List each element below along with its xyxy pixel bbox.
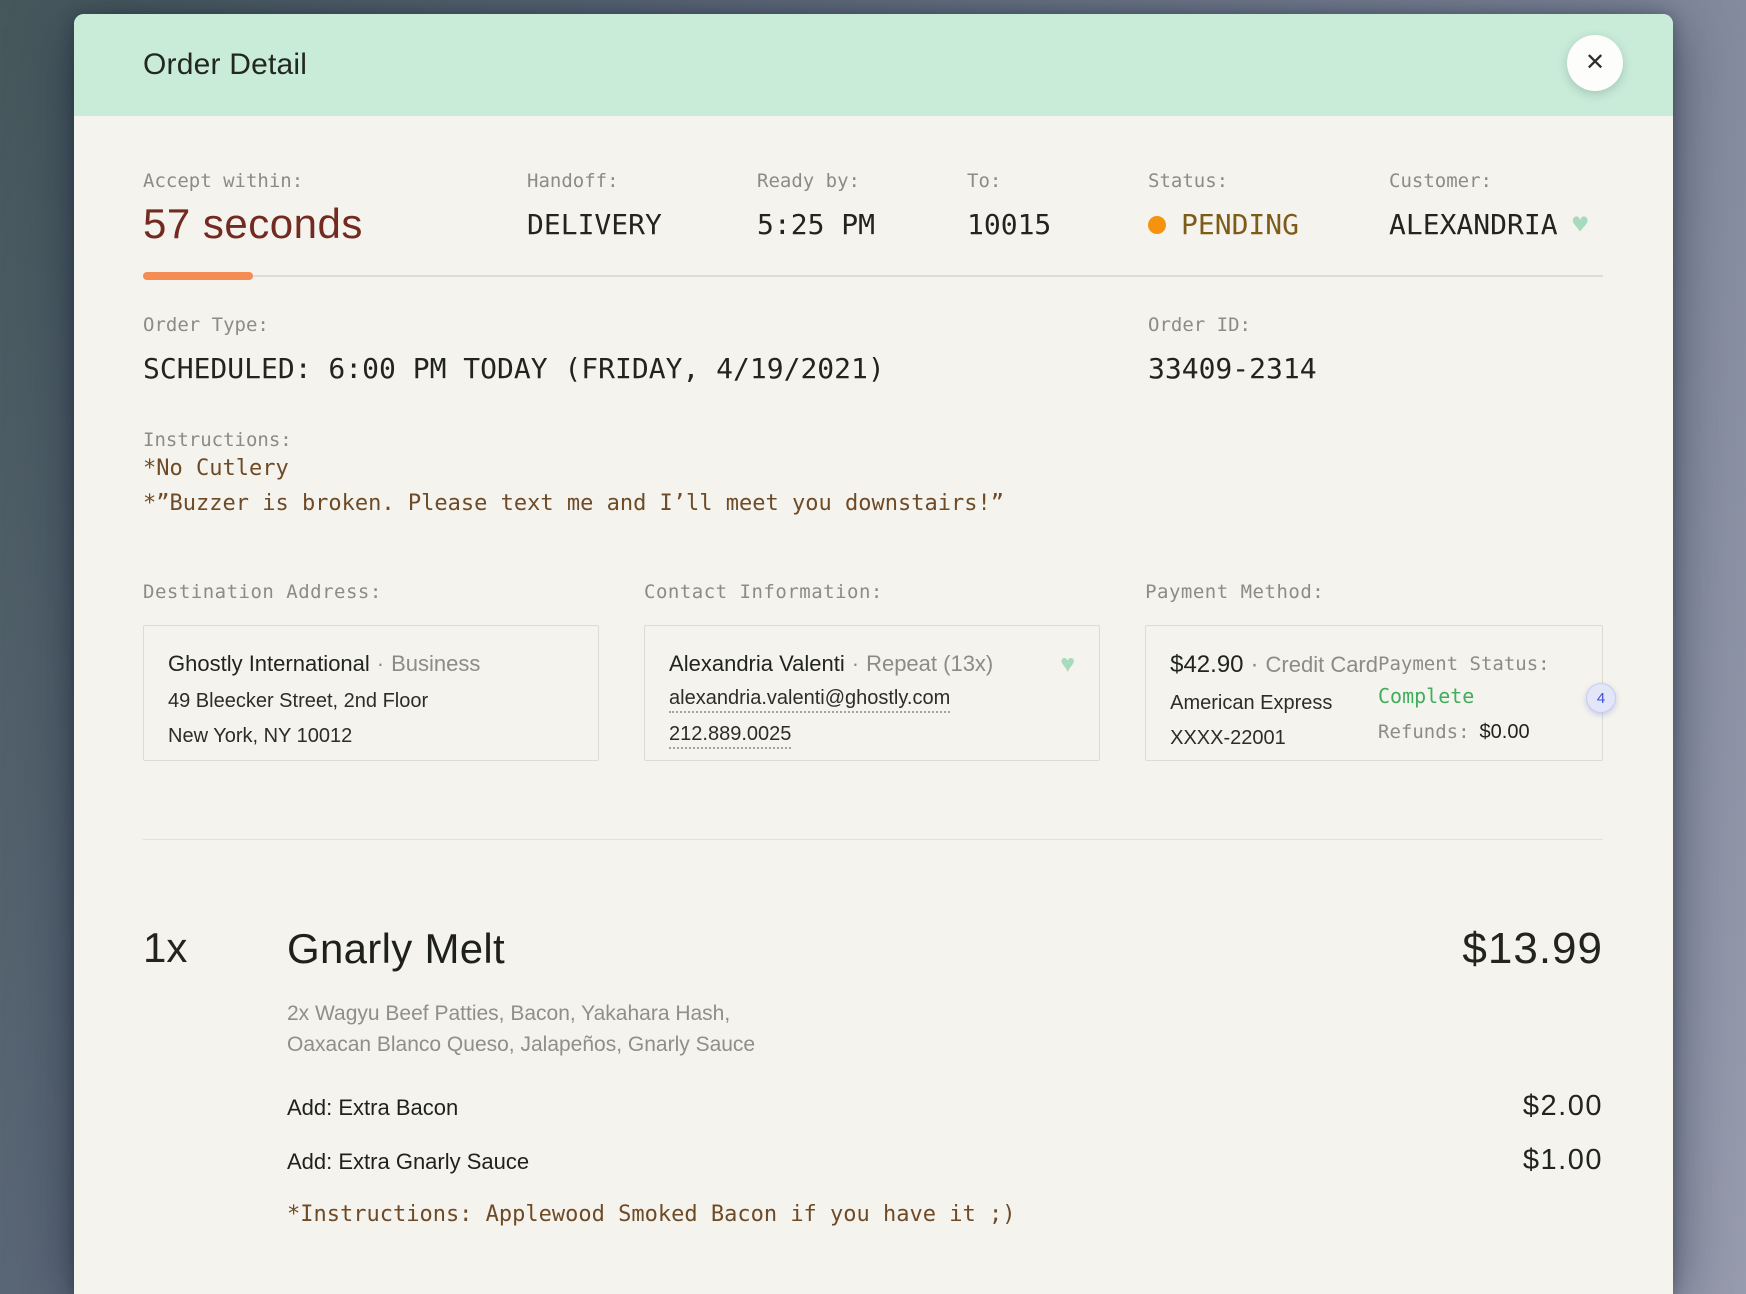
modal-content: Accept within: 57 seconds Handoff: DELIV…	[74, 116, 1673, 1227]
contact-name: Alexandria Valenti	[669, 651, 845, 676]
ready-by-label: Ready by:	[757, 170, 967, 192]
status-label: Status:	[1148, 170, 1389, 192]
destination-section: Destination Address: Ghostly Internation…	[143, 581, 599, 761]
contact-email-link[interactable]: alexandria.valenti@ghostly.com	[669, 686, 950, 713]
item-description-line: Oaxacan Blanco Queso, Jalapeños, Gnarly …	[287, 1029, 1603, 1060]
order-type-value: SCHEDULED: 6:00 PM TODAY (FRIDAY, 4/19/2…	[143, 352, 1148, 385]
heart-icon: ♥	[1573, 212, 1588, 237]
dot-separator-icon: ·	[370, 651, 391, 676]
addon-price: $1.00	[1523, 1144, 1603, 1177]
instructions-line: *”Buzzer is broken. Please text me and I…	[143, 486, 1603, 521]
destination-tag: Business	[391, 651, 480, 676]
refunds-value: $0.00	[1480, 721, 1530, 744]
payment-amount-row: $42.90·Credit Card	[1170, 651, 1378, 679]
payment-method: Credit Card	[1266, 652, 1378, 677]
handoff-label: Handoff:	[527, 170, 757, 192]
order-type-row: Order Type: SCHEDULED: 6:00 PM TODAY (FR…	[143, 314, 1603, 385]
to-zip-value: 10015	[967, 208, 1148, 241]
payment-status-column: Payment Status: Complete Refunds: $0.00	[1378, 651, 1578, 752]
ready-by-value: 5:25 PM	[757, 208, 967, 241]
status-field: Status: PENDING	[1148, 170, 1389, 241]
customer-value: ALEXANDRIA	[1389, 208, 1558, 241]
contact-repeat-tag: Repeat (13x)	[866, 651, 993, 676]
handoff-field: Handoff: DELIVERY	[527, 170, 757, 241]
order-item: 1x Gnarly Melt $13.99 2x Wagyu Beef Patt…	[143, 924, 1603, 1227]
payment-card: $42.90·Credit Card American Express XXXX…	[1145, 625, 1603, 761]
refunds-row: Refunds: $0.00	[1378, 721, 1578, 744]
dot-separator-icon: ·	[845, 651, 866, 676]
close-icon: ✕	[1585, 51, 1605, 75]
ready-by-field: Ready by: 5:25 PM	[757, 170, 967, 241]
payment-status-label: Payment Status:	[1378, 653, 1578, 675]
addon-price: $2.00	[1523, 1090, 1603, 1123]
instructions-line: *No Cutlery	[143, 451, 1603, 486]
accept-countdown-value: 57 seconds	[143, 200, 527, 248]
accept-within-label: Accept within:	[143, 170, 527, 192]
contact-card: Alexandria Valenti·Repeat (13x) ♥ alexan…	[644, 625, 1100, 761]
heart-icon: ♥	[1060, 652, 1075, 677]
customer-value-row: ALEXANDRIA ♥	[1389, 208, 1603, 241]
accept-within-field: Accept within: 57 seconds	[143, 170, 527, 248]
order-type-field: Order Type: SCHEDULED: 6:00 PM TODAY (FR…	[143, 314, 1148, 385]
order-id-value: 33409-2314	[1148, 352, 1317, 385]
order-id-label: Order ID:	[1148, 314, 1317, 336]
payment-columns: $42.90·Credit Card American Express XXXX…	[1170, 651, 1578, 752]
order-meta-row: Accept within: 57 seconds Handoff: DELIV…	[143, 170, 1603, 248]
order-type-label: Order Type:	[143, 314, 1148, 336]
close-button[interactable]: ✕	[1567, 35, 1623, 91]
contact-section: Contact Information: Alexandria Valenti·…	[644, 581, 1100, 761]
addon-label: Add: Extra Bacon	[287, 1095, 458, 1121]
order-id-field: Order ID: 33409-2314	[1148, 314, 1317, 385]
annotation-badge: 4	[1586, 683, 1616, 713]
item-price: $13.99	[1462, 924, 1603, 974]
refunds-label: Refunds:	[1378, 721, 1470, 743]
item-description-line: 2x Wagyu Beef Patties, Bacon, Yakahara H…	[287, 998, 1603, 1029]
destination-name: Ghostly International	[168, 651, 370, 676]
status-badge: PENDING	[1148, 208, 1389, 241]
payment-label: Payment Method:	[1145, 581, 1603, 603]
to-zip-field: To: 10015	[967, 170, 1148, 241]
item-instructions-note: *Instructions: Applewood Smoked Bacon if…	[287, 1202, 1603, 1227]
customer-field: Customer: ALEXANDRIA ♥	[1389, 170, 1603, 241]
customer-label: Customer:	[1389, 170, 1603, 192]
item-quantity: 1x	[143, 924, 287, 1227]
contact-email-row: alexandria.valenti@ghostly.com	[669, 677, 1075, 713]
payment-method-column: $42.90·Credit Card American Express XXXX…	[1170, 651, 1378, 752]
dot-separator-icon: ·	[1244, 651, 1266, 678]
item-addon-row: Add: Extra Bacon $2.00	[287, 1090, 1603, 1123]
order-detail-modal: Order Detail ✕ Accept within: 57 seconds…	[74, 14, 1673, 1294]
destination-label: Destination Address:	[143, 581, 599, 603]
status-dot-icon	[1148, 216, 1166, 234]
item-addon-row: Add: Extra Gnarly Sauce $1.00	[287, 1144, 1603, 1177]
payment-card-number: XXXX-22001	[1170, 724, 1378, 752]
info-cards-row: Destination Address: Ghostly Internation…	[143, 581, 1603, 761]
contact-label: Contact Information:	[644, 581, 1100, 603]
to-zip-label: To:	[967, 170, 1148, 192]
page-title: Order Detail	[143, 48, 307, 82]
contact-title: Alexandria Valenti·Repeat (13x)	[669, 651, 1075, 677]
payment-amount: $42.90	[1170, 651, 1243, 678]
accept-progress-bar	[143, 272, 1603, 280]
contact-phone-link[interactable]: 212.889.0025	[669, 722, 791, 749]
item-name: Gnarly Melt	[287, 925, 505, 973]
item-title-row: Gnarly Melt $13.99	[287, 924, 1603, 974]
modal-header: Order Detail ✕	[74, 14, 1673, 116]
addon-label: Add: Extra Gnarly Sauce	[287, 1149, 529, 1175]
contact-phone-row: 212.889.0025	[669, 713, 1075, 749]
section-divider	[143, 839, 1603, 840]
destination-city: New York, NY 10012	[168, 722, 574, 750]
destination-street: 49 Bleecker Street, 2nd Floor	[168, 687, 574, 715]
payment-provider: American Express	[1170, 689, 1378, 717]
destination-title: Ghostly International·Business	[168, 651, 574, 677]
handoff-value: DELIVERY	[527, 208, 757, 241]
item-body: Gnarly Melt $13.99 2x Wagyu Beef Patties…	[287, 924, 1603, 1227]
destination-card: Ghostly International·Business 49 Bleeck…	[143, 625, 599, 761]
payment-status-value: Complete	[1378, 684, 1578, 708]
status-value: PENDING	[1181, 208, 1299, 241]
order-instructions: Instructions: *No Cutlery *”Buzzer is br…	[143, 429, 1603, 521]
item-description: 2x Wagyu Beef Patties, Bacon, Yakahara H…	[287, 998, 1603, 1060]
instructions-label: Instructions:	[143, 429, 1603, 451]
accept-progress-fill	[143, 272, 253, 280]
payment-section: Payment Method: $42.90·Credit Card Ameri…	[1145, 581, 1603, 761]
